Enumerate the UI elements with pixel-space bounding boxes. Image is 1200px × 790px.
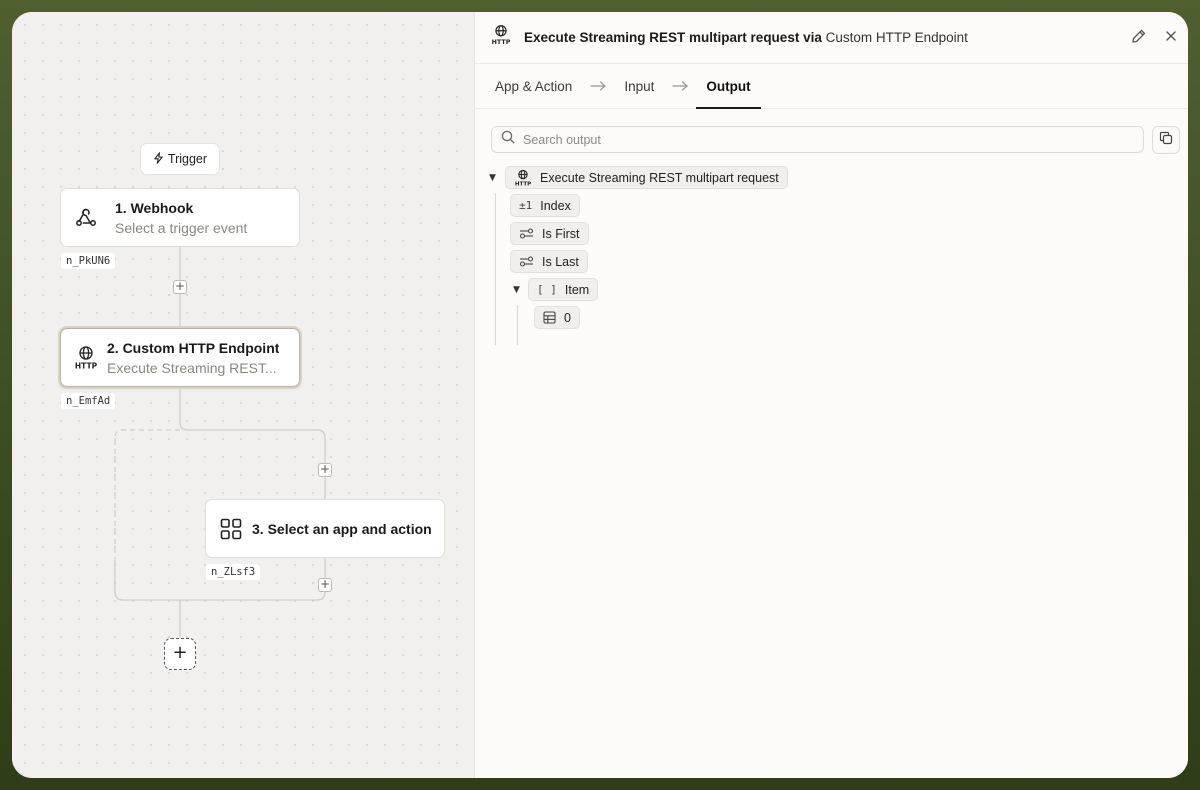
tree-node-label: Index xyxy=(540,198,571,213)
collapse-caret-icon[interactable]: ▼ xyxy=(513,285,520,295)
trigger-label: Trigger xyxy=(167,152,208,166)
panel-title-app: Custom HTTP Endpoint xyxy=(825,30,968,45)
tab-input[interactable]: Input xyxy=(614,64,664,108)
copy-output-button[interactable] xyxy=(1152,126,1180,154)
search-field[interactable] xyxy=(491,126,1144,153)
tree-node-label: Item xyxy=(564,282,590,297)
tree-guide-line xyxy=(517,305,518,345)
svg-text:HTTP: HTTP xyxy=(515,181,531,186)
trigger-badge[interactable]: Trigger xyxy=(140,143,220,175)
step-details-panel: HTTP Execute Streaming REST multipart re… xyxy=(474,12,1188,778)
panel-tabs: App & Action Input Output xyxy=(475,64,1188,109)
apps-grid-icon xyxy=(218,516,244,542)
add-step-button[interactable]: + xyxy=(318,463,332,477)
output-search-row xyxy=(491,126,1180,154)
node-title: 3. Select an app and action xyxy=(252,520,432,537)
panel-title: Execute Streaming REST multipart request… xyxy=(524,30,968,45)
svg-text:HTTP: HTTP xyxy=(75,361,98,370)
copy-icon xyxy=(1159,131,1173,150)
tree-node-label: 0 xyxy=(564,310,571,325)
tab-output[interactable]: Output xyxy=(696,64,761,109)
tree-guide-line xyxy=(495,193,496,345)
tree-field-index[interactable]: ±1 Index xyxy=(510,194,580,217)
number-type-icon: ±1 xyxy=(519,199,533,212)
tree-field-is-first[interactable]: Is First xyxy=(510,222,589,245)
tree-node-label: Execute Streaming REST multipart request xyxy=(540,170,779,185)
webhook-node[interactable]: 1. Webhook Select a trigger event xyxy=(60,188,300,247)
add-final-step-button[interactable]: + xyxy=(164,638,196,670)
tab-app-action[interactable]: App & Action xyxy=(493,64,582,108)
tree-node-label: Is Last xyxy=(542,254,579,269)
tree-field-is-last[interactable]: Is Last xyxy=(510,250,588,273)
node-title: 2. Custom HTTP Endpoint xyxy=(107,339,280,356)
add-step-button[interactable]: + xyxy=(318,578,332,592)
node-id-tag: n_PkUN6 xyxy=(61,253,116,269)
http-icon: HTTP xyxy=(73,345,99,371)
svg-text:HTTP: HTTP xyxy=(492,39,511,46)
node-subtitle: Select a trigger event xyxy=(115,219,248,236)
node-id-tag: n_ZLsf3 xyxy=(206,564,261,580)
add-step-button[interactable]: + xyxy=(173,280,187,294)
edit-button[interactable] xyxy=(1129,28,1149,48)
collapse-caret-icon[interactable]: ▼ xyxy=(489,173,496,183)
close-icon xyxy=(1165,29,1177,47)
close-button[interactable] xyxy=(1161,28,1181,48)
pencil-icon xyxy=(1131,28,1147,49)
toggle-icon xyxy=(519,228,534,239)
tree-node-label: Is First xyxy=(542,226,580,241)
app-window: Trigger 1. Webhook Select a trigger even… xyxy=(12,12,1188,778)
array-type-icon: [ ] xyxy=(537,283,557,296)
search-icon xyxy=(501,130,515,149)
tree-root-node[interactable]: HTTP Execute Streaming REST multipart re… xyxy=(505,166,788,189)
panel-title-action: Execute Streaming REST multipart request… xyxy=(524,30,822,45)
node-subtitle: Execute Streaming REST... xyxy=(107,359,277,376)
table-icon xyxy=(543,311,556,324)
webhook-icon xyxy=(73,205,99,231)
workflow-canvas[interactable]: Trigger 1. Webhook Select a trigger even… xyxy=(12,12,474,778)
arrow-right-icon xyxy=(664,64,696,108)
search-input[interactable] xyxy=(523,132,1103,147)
http-icon: HTTP xyxy=(490,24,512,51)
panel-header: HTTP Execute Streaming REST multipart re… xyxy=(475,12,1188,64)
lightning-icon xyxy=(153,151,164,167)
toggle-icon xyxy=(519,256,534,267)
arrow-right-icon xyxy=(582,64,614,108)
tree-field-item[interactable]: [ ] Item xyxy=(528,278,599,301)
http-icon: HTTP xyxy=(514,169,532,187)
node-id-tag: n_EmfAd xyxy=(61,393,116,409)
http-endpoint-node[interactable]: HTTP 2. Custom HTTP Endpoint Execute Str… xyxy=(60,328,300,387)
tree-field-item-0[interactable]: 0 xyxy=(534,306,580,329)
node-title: 1. Webhook xyxy=(115,199,194,216)
select-app-node[interactable]: 3. Select an app and action xyxy=(205,499,445,558)
